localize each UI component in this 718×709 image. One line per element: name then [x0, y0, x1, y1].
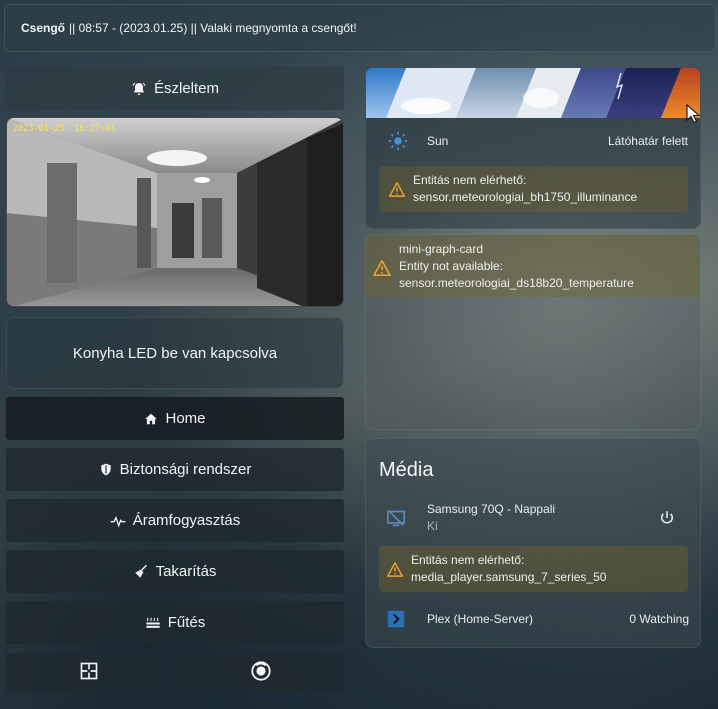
sun-state: Látóhatár felett [607, 134, 688, 148]
tv-off-icon [386, 509, 406, 532]
camera-feed[interactable]: 2023-01-25 16:27:44 [6, 117, 344, 307]
camera-timestamp: 2023-01-25 16:27:44 [13, 124, 116, 134]
samsung-tv-name: Samsung 70Q - Nappali [427, 502, 556, 516]
illuminance-warning-title: Entitás nem elérhető: [413, 173, 527, 187]
nav-heating-button[interactable]: Fűtés [6, 601, 344, 644]
media-player-warning-entity: media_player.samsung_7_series_50 [411, 570, 607, 584]
samsung-tv-state: Ki [427, 519, 438, 533]
temperature-warning-line1: Entity not available: [399, 259, 504, 273]
samsung-tv-row[interactable]: Samsung 70Q - Nappali Ki [366, 495, 702, 541]
bell-ring-icon [131, 81, 147, 97]
plex-state: 0 Watching [629, 612, 689, 626]
robot-vacuum-icon [250, 660, 272, 686]
sun-icon [388, 131, 408, 151]
illuminance-warning-entity: sensor.meteorologiai_bh1750_illuminance [413, 190, 638, 204]
media-player-warning-title: Entitás nem elérhető: [411, 553, 525, 567]
nav-home-button[interactable]: Home [6, 397, 344, 440]
temperature-warning: mini-graph-card Entity not available: se… [366, 235, 700, 297]
temperature-graph-card: mini-graph-card Entity not available: se… [365, 234, 701, 430]
media-player-warning: Entitás nem elérhető: media_player.samsu… [379, 546, 688, 592]
nav-security-button[interactable]: Biztonsági rendszer [6, 448, 344, 491]
notification-source: Csengő [21, 21, 66, 35]
mouse-cursor-icon [686, 103, 701, 129]
nav-cleaning-button[interactable]: Takarítás [6, 550, 344, 593]
power-icon[interactable] [658, 509, 676, 532]
temperature-warning-title: mini-graph-card [399, 242, 484, 256]
plex-row[interactable]: Plex (Home-Server) 0 Watching [366, 599, 702, 639]
floorplan-icon [79, 661, 99, 685]
kitchen-led-label: Konyha LED be van kapcsolva [72, 344, 278, 362]
pulse-icon [110, 514, 126, 528]
notification-bar[interactable]: Csengő || 08:57 - (2023.01.25) || Valaki… [4, 4, 716, 52]
weather-banner-image [366, 68, 700, 118]
plex-name: Plex (Home-Server) [427, 612, 534, 626]
nav-power-button[interactable]: Áramfogyasztás [6, 499, 344, 542]
hallway-camera-image [7, 118, 343, 306]
warning-icon [388, 182, 406, 202]
temperature-warning-line2: sensor.meteorologiai_ds18b20_temperature [399, 276, 634, 290]
media-title: Média [379, 459, 434, 481]
notification-text: || 08:57 - (2023.01.25) || Valaki megnyo… [69, 21, 357, 35]
warning-icon [373, 259, 391, 281]
sun-label: Sun [427, 134, 449, 148]
home-icon [144, 412, 158, 426]
nav-security-label: Biztonsági rendszer [119, 461, 252, 478]
kitchen-led-status[interactable]: Konyha LED be van kapcsolva [6, 317, 344, 389]
warning-icon [386, 562, 404, 582]
illuminance-warning: Entitás nem elérhető: sensor.meteorologi… [379, 166, 688, 212]
plex-icon [387, 610, 405, 628]
doorbell-acknowledge-label: Észleltem [153, 80, 220, 97]
radiator-icon [145, 615, 161, 630]
broom-icon [134, 564, 149, 579]
media-card: Média Samsung 70Q - Nappali Ki Entitás n… [365, 438, 701, 648]
nav-power-label: Áramfogyasztás [132, 512, 241, 529]
nav-cleaning-label: Takarítás [155, 563, 217, 580]
robot-vacuum-button[interactable] [178, 653, 344, 692]
sun-row[interactable]: Sun Látóhatár felett [366, 118, 700, 164]
weather-card: Sun Látóhatár felett Entitás nem elérhet… [365, 67, 701, 229]
nav-home-label: Home [165, 410, 206, 427]
shield-icon [99, 462, 113, 477]
nav-heating-label: Fűtés [167, 614, 206, 631]
floorplan-button[interactable] [6, 653, 172, 692]
doorbell-acknowledge-button[interactable]: Észleltem [6, 67, 344, 110]
